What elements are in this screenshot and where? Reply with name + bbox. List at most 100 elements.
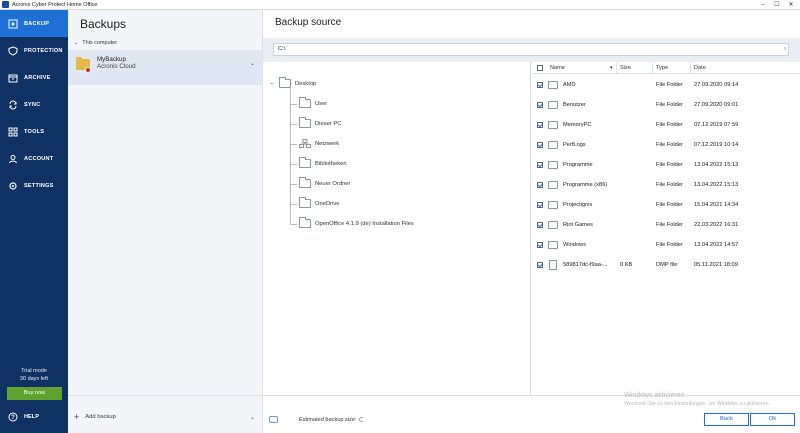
add-backup-menu-icon[interactable]: ⌄ [250, 414, 255, 421]
backup-item-mybackup[interactable]: MyBackup Acronis Cloud ⌄ [68, 50, 262, 85]
file-name: Projectignis [563, 202, 593, 208]
row-checkbox[interactable] [537, 102, 543, 108]
file-type: File Folder [656, 242, 683, 248]
column-type[interactable]: Type [656, 65, 668, 71]
column-size[interactable]: Size [620, 65, 631, 71]
file-date: 05.11.2021 18:09 [694, 262, 738, 268]
folder-icon [299, 177, 311, 188]
folder-icon [299, 97, 311, 108]
folder-icon [299, 217, 311, 228]
row-checkbox[interactable] [537, 162, 543, 168]
chevron-down-icon[interactable]: ⌄ [250, 60, 255, 67]
row-checkbox[interactable] [537, 222, 543, 228]
select-all-checkbox[interactable] [537, 65, 543, 71]
nav-item-tools[interactable]: TOOLS [0, 118, 68, 145]
tree-item-netzwerk[interactable]: Netzwerk [299, 139, 339, 148]
tree-item-openoffice[interactable]: OpenOffice 4.1.9 (de) Installation Files [299, 217, 414, 228]
file-type: File Folder [656, 142, 683, 148]
nav-item-backup[interactable]: BACKUP [0, 10, 68, 37]
row-checkbox[interactable] [537, 202, 543, 208]
svg-text:?: ? [11, 415, 15, 421]
tree-item-desktop[interactable]: – Desktop [270, 77, 316, 88]
nav-label-tools: TOOLS [24, 128, 45, 135]
nav-item-sync[interactable]: SYNC [0, 91, 68, 118]
nav-label-archive: ARCHIVE [24, 74, 51, 81]
table-row[interactable]: Projectignis File Folder 15.04.2021 14:34 [532, 195, 800, 215]
column-date[interactable]: Date [694, 65, 706, 71]
path-input[interactable]: C:\ › [273, 43, 789, 56]
folder-icon [299, 117, 311, 128]
row-checkbox[interactable] [537, 262, 543, 268]
add-backup-button[interactable]: + Add backup [74, 413, 116, 422]
ok-button[interactable]: Ok [750, 413, 795, 426]
sort-icon[interactable]: ▾ [610, 65, 613, 71]
nav-label-account: ACCOUNT [24, 155, 54, 162]
tree-item-onedrive[interactable]: OneDrive [299, 197, 339, 208]
path-bar: C:\ › [263, 38, 800, 62]
comment-icon[interactable] [269, 416, 278, 423]
folder-icon [279, 77, 291, 88]
loading-spinner-icon [359, 417, 364, 422]
table-row[interactable]: AMD File Folder 27.09.2020 09:14 [532, 75, 800, 95]
file-size: 0 KB [620, 262, 633, 268]
file-date: 13.04.2022 15:13 [694, 182, 739, 188]
row-checkbox[interactable] [537, 82, 543, 88]
table-row[interactable]: 589817dc-f9aa-... 0 KB DMP file 05.11.2021 … [532, 255, 800, 275]
table-row[interactable]: Riot Games File Folder 22.03.2022 16:31 [532, 215, 800, 235]
table-row[interactable]: PerfLogs File Folder 07.12.2019 10:14 [532, 135, 800, 155]
column-name[interactable]: Name [550, 65, 565, 71]
tree-item-label: Neuer Ordner [315, 180, 351, 187]
nav-item-account[interactable]: ACCOUNT [0, 145, 68, 172]
main-navigation: BACKUP PROTECTION ARCHIVE SYNC TOOLS ACC… [0, 10, 68, 433]
buy-now-button[interactable]: Buy now [7, 387, 62, 400]
file-name: Programme [563, 162, 593, 168]
help-button[interactable]: ? HELP [8, 412, 39, 422]
back-button[interactable]: Back [704, 413, 749, 426]
maximize-icon[interactable]: ☐ [770, 0, 784, 10]
tree-item-label: Dieser PC [315, 120, 342, 127]
chevron-right-icon[interactable]: › [784, 44, 786, 55]
table-row[interactable]: Windows File Folder 13.04.2022 14:57 [532, 235, 800, 255]
nav-item-protection[interactable]: PROTECTION [0, 37, 68, 64]
row-checkbox[interactable] [537, 182, 543, 188]
path-value: C:\ [278, 46, 286, 52]
nav-item-settings[interactable]: SETTINGS [0, 172, 68, 199]
minimize-icon[interactable]: – [756, 0, 770, 10]
table-row[interactable]: Benutzer File Folder 27.09.2020 09:01 [532, 95, 800, 115]
file-date: 13.04.2022 14:57 [694, 242, 739, 248]
table-row[interactable]: Programme (x86) File Folder 13.04.2022 15:… [532, 175, 800, 195]
tree-item-label: Bibliotheken [315, 160, 347, 167]
row-checkbox[interactable] [537, 142, 543, 148]
file-name: Benutzer [563, 102, 586, 108]
tree-item-bibliotheken[interactable]: Bibliotheken [299, 157, 347, 168]
folder-tree: – Desktop User Dieser PC Netzwerk Biblio… [263, 62, 531, 404]
close-icon[interactable]: ✕ [784, 0, 798, 10]
file-type: File Folder [656, 202, 683, 208]
estimated-size-label: Estimated backup size: [299, 417, 357, 423]
backup-destination: Acronis Cloud [97, 63, 136, 70]
file-type: File Folder [656, 222, 683, 228]
tree-item-neuer-ordner[interactable]: Neuer Ordner [299, 177, 351, 188]
tree-item-user[interactable]: User [299, 97, 328, 108]
collapse-toggle[interactable]: – [270, 81, 274, 87]
file-date: 27.09.2020 09:01 [694, 102, 739, 108]
section-this-computer[interactable]: ⌄ This computer [74, 40, 117, 46]
divider [68, 395, 263, 396]
file-type: DMP file [656, 262, 678, 268]
table-row[interactable]: MemoryPC File Folder 07.12.2019 07:59 [532, 115, 800, 135]
file-name: Programme (x86) [563, 182, 608, 188]
title-bar: Acronis Cyber Protect Home Office – ☐ ✕ [0, 0, 800, 10]
tree-item-label: User [315, 100, 328, 107]
row-checkbox[interactable] [537, 122, 543, 128]
error-status-icon [85, 67, 91, 73]
chevron-down-icon: ⌄ [74, 40, 79, 46]
tree-item-label: Netzwerk [315, 140, 340, 147]
file-type: File Folder [656, 102, 683, 108]
table-row[interactable]: Programme File Folder 13.04.2022 15:13 [532, 155, 800, 175]
file-date: 07.12.2019 07:59 [694, 122, 739, 128]
nav-item-archive[interactable]: ARCHIVE [0, 64, 68, 91]
file-icon [549, 260, 557, 270]
tree-item-dieser-pc[interactable]: Dieser PC [299, 117, 342, 128]
row-checkbox[interactable] [537, 242, 543, 248]
folder-icon [548, 241, 558, 249]
